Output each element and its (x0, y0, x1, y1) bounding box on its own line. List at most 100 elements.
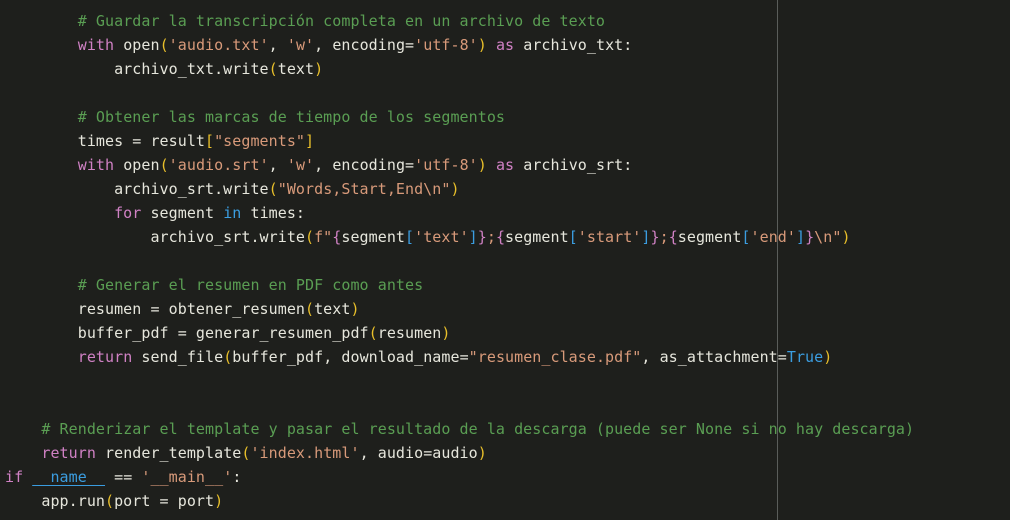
code-token-plain: resumen (377, 324, 442, 342)
code-line[interactable]: return render_template('index.html', aud… (0, 441, 1010, 465)
code-token-plain: text (314, 300, 351, 318)
code-line[interactable]: buffer_pdf = generar_resumen_pdf(resumen… (0, 321, 1010, 345)
code-token-plain: archivo_srt: (514, 156, 633, 174)
code-token-str: 'utf-8' (414, 156, 478, 174)
code-token-par: ( (368, 324, 378, 342)
code-token-str: '__main__' (141, 468, 233, 486)
code-token-kw: as (495, 156, 515, 174)
code-line[interactable]: # Guardar la transcripción completa en u… (0, 9, 1010, 33)
code-token-str: 'utf-8' (414, 36, 478, 54)
code-token-fn: open (123, 156, 160, 174)
code-line[interactable]: archivo_srt.write("Words,Start,End\n") (0, 177, 1010, 201)
code-editor[interactable]: # Guardar la transcripción completa en u… (0, 0, 1010, 520)
code-token-brk: [ (205, 132, 215, 150)
code-token-brk2: [ (405, 228, 415, 246)
code-token-plain: resumen = obtener_resumen (5, 300, 305, 318)
code-token-par: ) (214, 492, 224, 510)
code-token-par: ) (823, 348, 833, 366)
code-token-str: 'text' (414, 228, 469, 246)
code-token-str: 'audio.txt' (168, 36, 269, 54)
code-token-dunder: __name__ (32, 468, 106, 486)
code-token-kw: with (77, 156, 115, 174)
code-line[interactable]: archivo_srt.write(f"{segment['text']};{s… (0, 225, 1010, 249)
code-line[interactable]: times = result["segments"] (0, 129, 1010, 153)
code-token-plain: port = port (114, 492, 215, 510)
code-token-brk2: [ (741, 228, 751, 246)
code-token-plain: , encoding= (314, 156, 415, 174)
code-token-plain: times = result (5, 132, 205, 150)
code-token-brk3: } (805, 228, 815, 246)
code-token-par: ( (268, 60, 278, 78)
code-token-com: # Obtener las marcas de tiempo de los se… (77, 108, 506, 126)
code-line[interactable] (0, 249, 1010, 273)
code-token-par: ( (105, 492, 115, 510)
code-line[interactable]: if __name__ == '__main__': (0, 465, 1010, 489)
code-token-par: ) (841, 228, 851, 246)
code-token-com: # Renderizar el template y pasar el resu… (41, 420, 915, 438)
code-content[interactable]: # Guardar la transcripción completa en u… (0, 0, 1010, 513)
code-token-brk3: { (668, 228, 678, 246)
code-token-const: True (786, 348, 824, 366)
code-token-brk: ] (305, 132, 315, 150)
code-line[interactable]: return send_file(buffer_pdf, download_na… (0, 345, 1010, 369)
code-line[interactable]: app.run(port = port) (0, 489, 1010, 513)
code-token-brk3: { (495, 228, 506, 246)
code-line[interactable] (0, 369, 1010, 393)
code-token-str: 'audio.srt' (168, 156, 269, 174)
code-token-plain: segment (141, 204, 224, 222)
code-token-kw: for (114, 204, 142, 222)
code-token-par: ) (314, 60, 324, 78)
code-token-str: f" (314, 228, 333, 246)
code-line[interactable]: # Obtener las marcas de tiempo de los se… (0, 105, 1010, 129)
code-line[interactable]: for segment in times: (0, 201, 1010, 225)
code-token-str: "resumen_clase.pdf" (468, 348, 642, 366)
code-line[interactable]: resumen = obtener_resumen(text) (0, 297, 1010, 321)
code-line[interactable]: archivo_txt.write(text) (0, 57, 1010, 81)
code-line[interactable]: with open('audio.txt', 'w', encoding='ut… (0, 33, 1010, 57)
code-token-plain: archivo_txt.write (5, 60, 269, 78)
code-line[interactable] (0, 81, 1010, 105)
code-line[interactable] (0, 393, 1010, 417)
code-token-par: ( (159, 156, 169, 174)
code-token-par: ) (441, 324, 451, 342)
code-token-par: ( (305, 228, 315, 246)
code-token-brk2: ] (795, 228, 806, 246)
code-token-plain: , audio=audio (359, 444, 478, 462)
code-token-plain: , (268, 156, 287, 174)
code-token-str: \n" (814, 228, 842, 246)
code-token-par: ) (450, 180, 460, 198)
code-token-plain: app.run (5, 492, 105, 510)
code-token-plain: text (277, 60, 315, 78)
code-line[interactable]: # Renderizar el template y pasar el resu… (0, 417, 1010, 441)
code-token-plain: , encoding= (314, 36, 415, 54)
code-token-str: "Words,Start,End\n" (277, 180, 451, 198)
code-token-fn: open (123, 36, 160, 54)
code-token-plain: segment (505, 228, 569, 246)
code-token-brk2: ] (468, 228, 478, 246)
code-token-str: 'w' (286, 36, 315, 54)
code-token-plain: archivo_srt.write (5, 180, 269, 198)
code-token-str: 'start' (577, 228, 642, 246)
code-token-str: 'end' (750, 228, 796, 246)
code-token-in: in (223, 204, 242, 222)
code-token-str: ; (486, 228, 496, 246)
code-token-plain: buffer_pdf = generar_resumen_pdf (5, 324, 369, 342)
code-token-brk3: } (477, 228, 487, 246)
code-line[interactable]: with open('audio.srt', 'w', encoding='ut… (0, 153, 1010, 177)
code-token-par: ) (477, 156, 487, 174)
code-token-par: ( (305, 300, 315, 318)
code-line[interactable]: # Generar el resumen en PDF como antes (0, 273, 1010, 297)
code-token-com: # Generar el resumen en PDF como antes (77, 276, 424, 294)
code-token-kw: return (41, 444, 96, 462)
code-token-brk3: { (332, 228, 342, 246)
code-token-str: "segments" (214, 132, 306, 150)
code-token-brk3: } (650, 228, 660, 246)
code-token-par: ) (477, 444, 487, 462)
